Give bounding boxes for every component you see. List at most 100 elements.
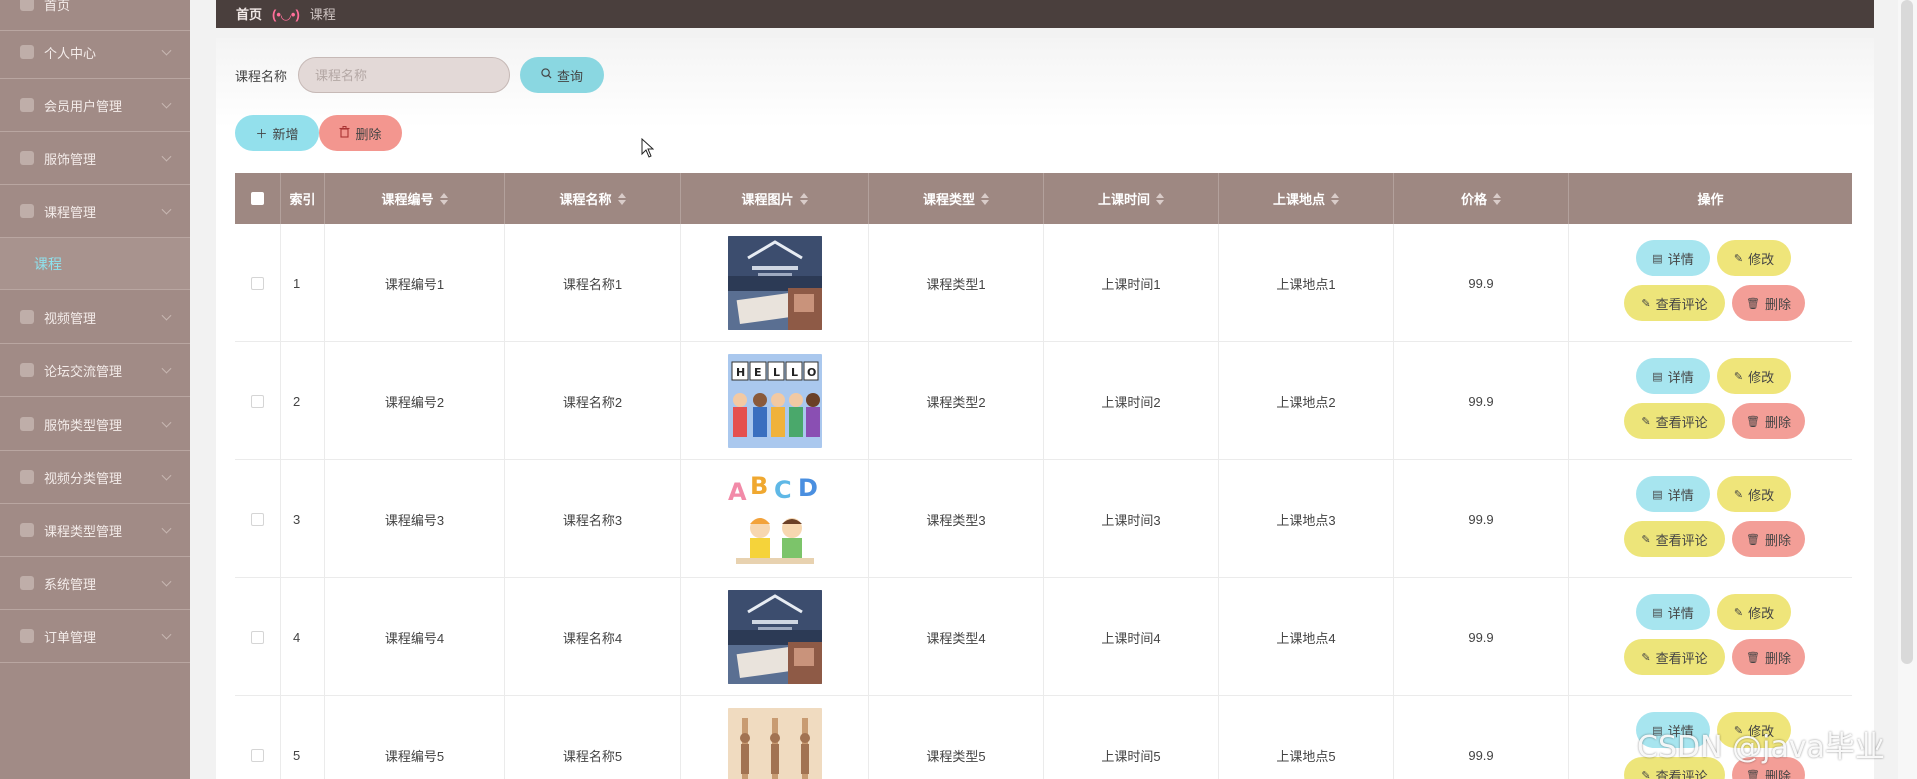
view-comments-button[interactable]: ✎ 查看评论 [1624,639,1725,675]
view-comments-button[interactable]: ✎ 查看评论 [1624,285,1725,321]
detail-button[interactable]: ▤ 详情 [1636,358,1710,394]
row-select-cell [235,460,281,578]
cell-place: 上课地点1 [1219,224,1394,342]
video-icon [20,310,34,324]
delete-button[interactable]: 🗑 删除 [1732,521,1805,557]
row-checkbox[interactable] [251,394,264,408]
header-code-label: 课程编号 [381,192,434,207]
sidebar-item[interactable]: 个人中心 [0,26,190,79]
sidebar-item[interactable]: 视频管理 [0,291,190,344]
pencil-icon: ✎ [1641,415,1651,428]
cell-actions: ▤ 详情 ✎ 修改 ✎ 查看评论 🗑 删除 [1569,460,1852,578]
sidebar-item[interactable]: 订单管理 [0,610,190,663]
header-name-label: 课程名称 [559,192,612,207]
edit-button[interactable]: ✎ 修改 [1717,240,1791,276]
sidebar-item[interactable]: 视频分类管理 [0,451,190,504]
scrollbar-thumb[interactable] [1901,0,1913,664]
select-all-checkbox[interactable] [251,192,264,205]
sidebar-item[interactable]: 课程管理 [0,185,190,238]
course-thumbnail[interactable] [727,236,822,330]
sort-icon[interactable] [1493,192,1501,205]
course-thumbnail[interactable] [727,590,822,684]
search-label: 课程名称 [235,69,288,84]
cell-image: HELLO [681,342,869,460]
sort-icon[interactable] [1331,192,1339,205]
header-price-label: 价格 [1460,192,1487,207]
edit-button[interactable]: ✎ 修改 [1717,594,1791,630]
header-code[interactable]: 课程编号 [325,173,505,224]
cell-index: 2 [281,342,325,460]
breadcrumb-separator: (•◡•) [272,7,300,22]
sidebar-item-label: 服饰类型管理 [44,417,123,433]
table-row[interactable]: 1 课程编号1 课程名称1 课程类型1 上课时间1 上课地点1 99.9 ▤ 详情 ✎ 修改 ✎ 查看评… [235,224,1852,342]
sidebar-item[interactable]: 论坛交流管理 [0,344,190,397]
sidebar-subitem-course[interactable]: 课程 [0,238,190,290]
delete-button[interactable]: 🗑 删除 [1732,285,1805,321]
detail-button[interactable]: ▤ 详情 [1636,476,1710,512]
sidebar-item[interactable]: 课程类型管理 [0,504,190,557]
gear-icon [20,576,34,590]
trash-icon: 🗑 [1746,415,1760,428]
sidebar-item[interactable]: 服饰类型管理 [0,398,190,451]
row-checkbox[interactable] [251,748,264,762]
table-row[interactable]: 5 课程编号5 课程名称5 课程类型5 上课时间5 上课地点5 99.9 ▤ 详情 ✎ 修改 ✎ 查看评… [235,696,1852,779]
header-name[interactable]: 课程名称 [505,173,681,224]
detail-button[interactable]: ▤ 详情 [1636,240,1710,276]
sidebar-item[interactable]: 会员用户管理 [0,79,190,132]
trash-icon: 🗑 [1746,651,1760,664]
cell-actions: ▤ 详情 ✎ 修改 ✎ 查看评论 🗑 删除 [1569,224,1852,342]
table-header: 索引 课程编号 课程名称 课程图片 课程类型 上课时间 上课地点 价格 操作 [235,173,1852,224]
view-comments-button[interactable]: ✎ 查看评论 [1624,403,1725,439]
course-thumbnail[interactable]: ABCD [727,472,822,566]
edit-button[interactable]: ✎ 修改 [1717,358,1791,394]
cell-name: 课程名称2 [505,342,681,460]
sort-icon[interactable] [799,192,808,205]
cell-image [681,578,869,696]
cell-type: 课程类型4 [869,578,1044,696]
header-select-all[interactable] [235,173,281,224]
sort-icon[interactable] [439,192,448,205]
sidebar-item-label: 首页 [44,0,71,13]
search-button[interactable]: 查询 [520,57,604,93]
table-row[interactable]: 2 课程编号2 课程名称2 H E L L O 课程类型2 上课时间2 上课地点2 99.9 ▤ 详情 ✎ 修… [235,342,1852,460]
add-button[interactable]: ＋ 新增 [235,115,319,151]
cell-time: 上课时间2 [1044,342,1219,460]
header-price[interactable]: 价格 [1394,173,1569,224]
sidebar-item[interactable]: 系统管理 [0,557,190,610]
header-place[interactable]: 上课地点 [1219,173,1394,224]
sidebar-item-label: 视频分类管理 [44,470,123,486]
chevron-down-icon [161,523,172,534]
batch-delete-button[interactable]: 删除 [319,115,402,151]
header-type-label: 课程类型 [922,192,975,207]
sidebar-item[interactable]: 服饰管理 [0,132,190,185]
header-index: 索引 [281,173,325,224]
sort-icon[interactable] [617,192,626,205]
cell-price: 99.9 [1394,224,1569,342]
cell-name: 课程名称5 [505,696,681,779]
course-thumbnail[interactable] [727,708,822,779]
header-time[interactable]: 上课时间 [1044,173,1219,224]
delete-button[interactable]: 🗑 删除 [1732,403,1805,439]
row-checkbox[interactable] [251,512,264,526]
sort-icon[interactable] [1156,192,1164,205]
edit-button[interactable]: ✎ 修改 [1717,476,1791,512]
users-icon [20,98,34,112]
sort-icon[interactable] [981,192,989,205]
cell-code: 课程编号5 [325,696,505,779]
delete-button[interactable]: 🗑 删除 [1732,639,1805,675]
course-thumbnail[interactable]: HELLO [727,354,822,448]
header-image[interactable]: 课程图片 [681,173,869,224]
header-type[interactable]: 课程类型 [869,173,1044,224]
table-row[interactable]: 3 课程编号3 课程名称3 A B C D 课程类型3 上课时间3 上课地点3 99.9 ▤ 详情 ✎ 修改… [235,460,1852,578]
cell-index: 3 [281,460,325,578]
cell-type: 课程类型5 [869,696,1044,779]
row-checkbox[interactable] [251,630,264,644]
row-checkbox[interactable] [251,276,264,290]
table-row[interactable]: 4 课程编号4 课程名称4 课程类型4 上课时间4 上课地点4 99.9 ▤ 详情 ✎ 修改 ✎ 查看评… [235,578,1852,696]
view-comments-button[interactable]: ✎ 查看评论 [1624,521,1725,557]
cell-type: 课程类型1 [869,224,1044,342]
breadcrumb-home[interactable]: 首页 [236,4,262,23]
chat-icon [20,363,34,377]
search-input[interactable] [298,57,510,93]
detail-button[interactable]: ▤ 详情 [1636,594,1710,630]
